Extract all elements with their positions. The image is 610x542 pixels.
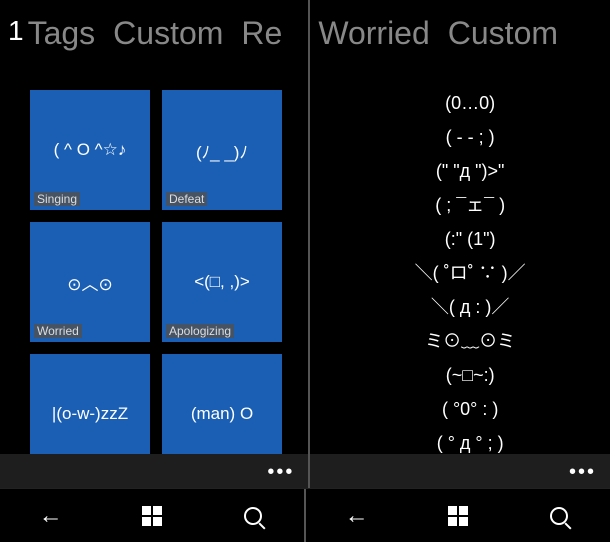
list-item[interactable]: (:" (1") xyxy=(350,226,590,252)
left-header: 1 Tags Custom Re xyxy=(0,0,308,60)
list-item[interactable]: ＼( ˚ロ˚ ∵ )／ xyxy=(350,260,590,286)
tile-face: (man) O xyxy=(191,404,253,424)
back-icon: ← xyxy=(345,502,369,530)
tab-custom[interactable]: Custom xyxy=(448,15,558,52)
tile-label: Singing xyxy=(34,192,80,206)
tile-face: ⊙︿⊙ xyxy=(67,270,113,295)
left-appbar: ••• xyxy=(0,454,308,488)
tile-face: (ﾉ_ _)ﾉ xyxy=(196,138,248,163)
list-item[interactable]: ( - - ; ) xyxy=(350,124,590,150)
search-icon xyxy=(244,507,262,525)
list-item[interactable]: ( ° д ° ; ) xyxy=(350,430,590,456)
tab-re[interactable]: Re xyxy=(241,15,282,52)
list-item[interactable]: (~□~:) xyxy=(350,362,590,388)
tab-custom[interactable]: Custom xyxy=(113,15,223,52)
search-button[interactable] xyxy=(233,496,273,536)
tile-face: ( ^ O ^☆♪ xyxy=(54,140,127,160)
windows-icon xyxy=(142,506,162,526)
list-item[interactable]: ( ; ¯ェ¯ ) xyxy=(350,192,590,218)
search-icon xyxy=(550,507,568,525)
tile-face: <(□, ,)> xyxy=(194,272,250,292)
tile-label: Apologizing xyxy=(166,324,234,338)
tile-label: Worried xyxy=(34,324,82,338)
tile-worried[interactable]: ⊙︿⊙ Worried xyxy=(30,222,150,342)
navbar-right: ← xyxy=(306,489,610,542)
back-icon: ← xyxy=(39,502,63,530)
tile-apologizing[interactable]: <(□, ,)> Apologizing xyxy=(162,222,282,342)
right-appbar: ••• xyxy=(310,454,610,488)
tab-worried[interactable]: Worried xyxy=(318,15,429,52)
back-button[interactable]: ← xyxy=(31,496,71,536)
tile-singing[interactable]: ( ^ O ^☆♪ Singing xyxy=(30,90,150,210)
system-navbar: ← ← xyxy=(0,488,610,542)
list-item[interactable]: ミ⊙﹏⊙ミ xyxy=(350,328,590,354)
back-button[interactable]: ← xyxy=(337,496,377,536)
home-button[interactable] xyxy=(438,496,478,536)
list-item[interactable]: (" "д ")>" xyxy=(350,158,590,184)
search-button[interactable] xyxy=(539,496,579,536)
tile-label: Defeat xyxy=(166,192,207,206)
tab-tags[interactable]: Tags xyxy=(28,15,96,52)
list-item[interactable]: ( °0° : ) xyxy=(350,396,590,422)
list-item[interactable]: (0…0) xyxy=(350,90,590,116)
more-icon[interactable]: ••• xyxy=(569,461,596,484)
navbar-left: ← xyxy=(0,489,306,542)
right-header: Worried Custom xyxy=(310,0,610,60)
list-item[interactable]: ＼( д : )／ xyxy=(350,294,590,320)
tile-face: |(o-w-)zzZ xyxy=(52,404,128,424)
left-pane: 1 Tags Custom Re ( ^ O ^☆♪ Singing (ﾉ_ _… xyxy=(0,0,308,542)
tile-defeat[interactable]: (ﾉ_ _)ﾉ Defeat xyxy=(162,90,282,210)
right-pane: Worried Custom (0…0) ( - - ; ) (" "д ")>… xyxy=(310,0,610,542)
page-number: 1 xyxy=(8,15,24,47)
home-button[interactable] xyxy=(132,496,172,536)
more-icon[interactable]: ••• xyxy=(267,461,294,484)
windows-icon xyxy=(448,506,468,526)
